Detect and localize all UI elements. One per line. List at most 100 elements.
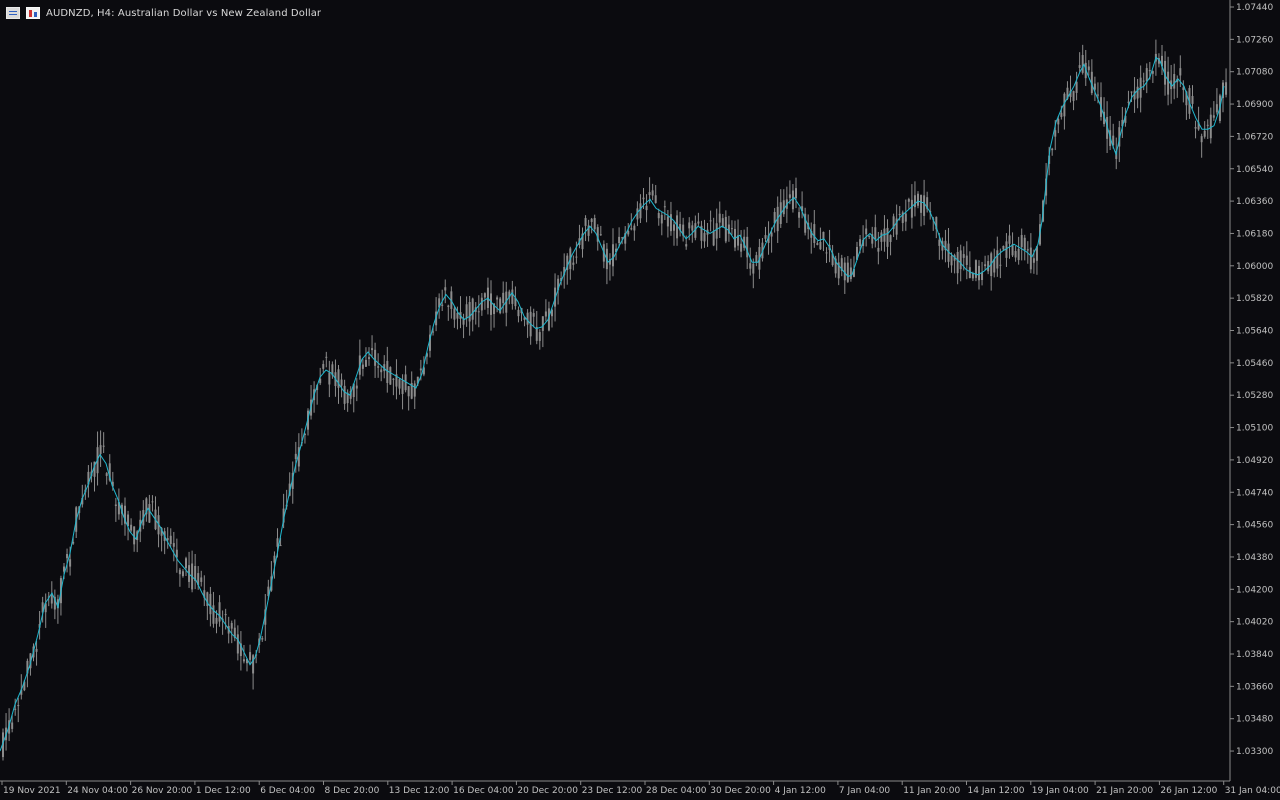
candle-body [965, 255, 968, 265]
candle-body [920, 194, 923, 213]
candle-body [181, 571, 184, 577]
candle-body [917, 193, 919, 206]
candle-body [236, 634, 239, 654]
candle-body [496, 297, 499, 300]
candle-body [374, 349, 377, 366]
candle-body [868, 235, 871, 237]
candle-body [886, 227, 889, 247]
grid-icon[interactable] [6, 7, 20, 19]
candle-body [148, 504, 151, 523]
candle-body [215, 617, 218, 624]
candle-body [987, 261, 990, 272]
candle-body [526, 312, 529, 325]
time-tick-label: 7 Jan 04:00 [839, 786, 891, 796]
candle-body [99, 445, 102, 454]
candle-body [490, 293, 492, 315]
candle-body [938, 239, 941, 246]
candle-body [880, 232, 883, 242]
candle-body [1057, 118, 1060, 125]
time-tick-label: 4 Jan 12:00 [775, 786, 827, 796]
candle-body [1167, 71, 1170, 95]
candle-body [1020, 235, 1023, 248]
candle-body [697, 221, 700, 224]
time-tick-label: 19 Nov 2021 [3, 786, 61, 796]
candle-body [572, 262, 575, 265]
chart-header: AUDNZD, H4: Australian Dollar vs New Zea… [6, 5, 321, 21]
candle-body [185, 558, 187, 569]
candle-body [538, 332, 541, 341]
candle-body [959, 250, 962, 270]
candle-body [35, 648, 38, 652]
time-tick-label: 16 Dec 04:00 [453, 786, 514, 796]
candle-body [1127, 101, 1130, 103]
candle-body [465, 304, 468, 319]
candle-body [1023, 237, 1026, 251]
time-tick-label: 26 Jan 12:00 [1160, 786, 1217, 796]
candle-body [657, 212, 660, 219]
candle-body [212, 605, 215, 624]
price-tick-label: 1.06720 [1236, 132, 1273, 142]
chart-window[interactable]: 1.07440 1.07260 1.07080 1.06900 1.06720 1.065… [0, 0, 1280, 800]
candle-body [14, 708, 17, 710]
candle-body [712, 230, 715, 246]
candle-body [389, 367, 392, 385]
candle-body [1225, 82, 1228, 95]
chart-title: AUDNZD, H4: Australian Dollar vs New Zea… [46, 7, 322, 19]
time-axis[interactable]: 19 Nov 2021 24 Nov 04:00 26 Nov 20:00 1 Dec… [1, 781, 1280, 796]
candle-body [444, 287, 447, 291]
candle-body [1212, 115, 1215, 118]
price-tick-label: 1.03300 [1236, 747, 1273, 757]
candle-body [1054, 130, 1057, 137]
candle-body [764, 235, 767, 239]
candle-body [17, 705, 20, 707]
candle-body [371, 348, 374, 351]
candle-body [630, 228, 633, 230]
candle-body [673, 224, 675, 231]
candle-body [746, 236, 749, 258]
time-tick-label: 20 Dec 20:00 [517, 786, 578, 796]
price-tick-label: 1.06900 [1236, 100, 1273, 110]
time-tick-label: 19 Jan 04:00 [1032, 786, 1089, 796]
candle-body [978, 265, 980, 281]
candle-body [984, 264, 987, 267]
candle-body [1051, 148, 1054, 151]
candle-body [752, 263, 755, 274]
time-tick-label: 6 Dec 04:00 [260, 786, 315, 796]
candle-body [846, 262, 849, 282]
candle-body [923, 195, 926, 216]
candle-body [904, 213, 907, 222]
candle-body [913, 195, 916, 208]
chart-icon[interactable] [26, 7, 40, 19]
moving-average-line [0, 56, 1225, 752]
price-tick-label: 1.06540 [1236, 165, 1273, 175]
price-tick-label: 1.05460 [1236, 359, 1273, 369]
price-axis[interactable]: 1.07440 1.07260 1.07080 1.06900 1.06720 1.065… [1230, 3, 1273, 757]
candle-body [368, 357, 370, 359]
time-tick-label: 8 Dec 20:00 [325, 786, 380, 796]
candle-body [1173, 74, 1176, 89]
price-tick-label: 1.04560 [1236, 521, 1273, 531]
candle-body [1206, 124, 1209, 126]
candle-body [477, 311, 480, 313]
price-chart[interactable]: 1.07440 1.07260 1.07080 1.06900 1.06720 1.065… [0, 0, 1280, 800]
time-tick-label: 21 Jan 20:00 [1096, 786, 1153, 796]
candle-body [11, 722, 14, 729]
candle-body [788, 194, 791, 198]
price-tick-label: 1.03840 [1236, 650, 1273, 660]
candle-body [511, 289, 514, 304]
time-tick-label: 23 Dec 12:00 [582, 786, 643, 796]
candle-body [480, 297, 483, 311]
candle-body [1179, 68, 1182, 76]
candle-body [114, 504, 117, 506]
candle-body [910, 199, 913, 218]
candle-body [294, 453, 297, 459]
price-tick-label: 1.04200 [1236, 585, 1273, 595]
candle-body [261, 638, 264, 640]
candle-body [1148, 70, 1151, 72]
candle-body [1093, 83, 1096, 90]
candle-body [1194, 127, 1197, 129]
candle-body [242, 659, 245, 662]
candle-body [419, 368, 422, 371]
candle-body [151, 501, 154, 503]
candle-body [130, 524, 133, 531]
